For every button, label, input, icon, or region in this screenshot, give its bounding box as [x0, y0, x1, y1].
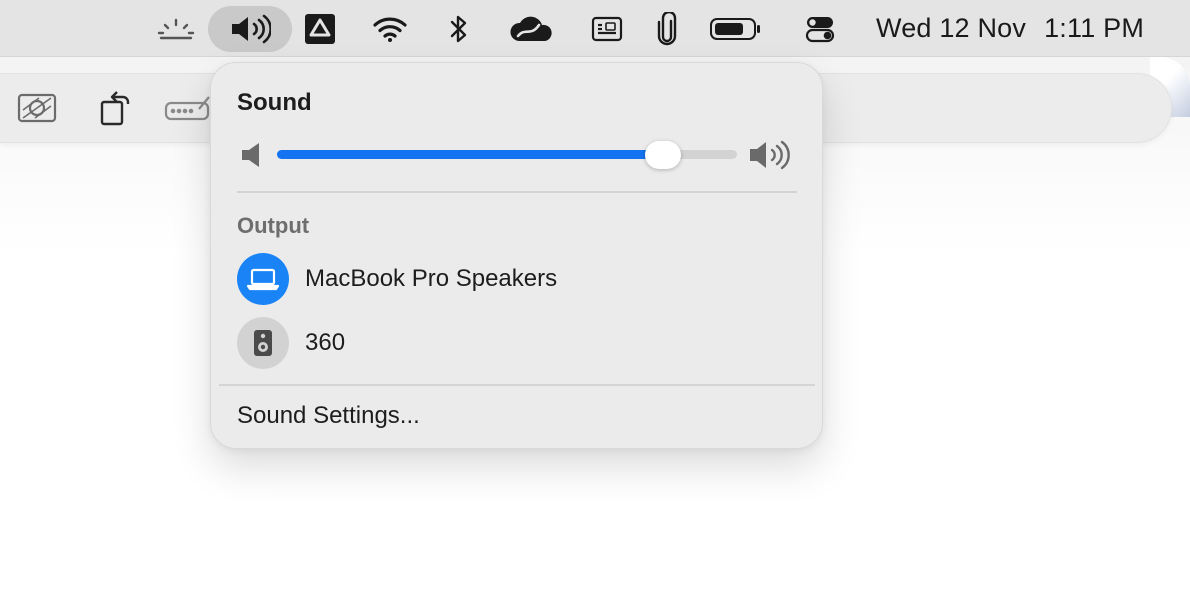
keyboard-icon[interactable]	[588, 6, 626, 52]
cloud-sync-icon[interactable]	[508, 6, 556, 52]
menu-bar-clock[interactable]: Wed 12 Nov 1:11 PM	[876, 0, 1144, 57]
output-section-label: Output	[237, 213, 310, 238]
speaker-device-icon	[237, 317, 289, 369]
rotate-icon[interactable]	[94, 88, 138, 128]
volume-slider-fill	[277, 150, 664, 159]
clock-time: 1:11 PM	[1044, 13, 1145, 43]
laptop-icon	[237, 253, 289, 305]
divider	[219, 384, 815, 386]
paperclip-icon[interactable]	[652, 6, 682, 52]
brightness-icon[interactable]	[152, 6, 200, 52]
bluetooth-icon[interactable]	[444, 6, 474, 52]
volume-slider[interactable]	[277, 141, 737, 169]
volume-high-icon	[747, 138, 793, 177]
control-center-icon[interactable]	[800, 6, 840, 52]
sound-settings-menu-item[interactable]: Sound Settings...	[237, 402, 420, 430]
google-drive-icon[interactable]	[302, 6, 338, 52]
output-device-360[interactable]: 360	[237, 317, 345, 369]
volume-low-icon	[239, 141, 263, 174]
output-device-label: MacBook Pro Speakers	[305, 265, 558, 292]
speaker-icon	[229, 14, 271, 44]
clock-date: Wed 12 Nov	[876, 13, 1027, 43]
output-device-macbook-pro-speakers[interactable]: MacBook Pro Speakers	[237, 253, 557, 305]
signature-icon[interactable]	[163, 88, 211, 128]
sound-menu-button[interactable]	[208, 6, 292, 52]
output-device-label: 360	[305, 329, 346, 356]
wifi-icon[interactable]	[370, 6, 410, 52]
volume-slider-knob[interactable]	[645, 141, 682, 169]
sound-menu-popover: Sound Output MacBook Pro Speakers 360 So…	[210, 62, 823, 449]
photo-frame-icon[interactable]	[15, 88, 59, 128]
battery-icon[interactable]	[706, 6, 764, 52]
sound-menu-title: Sound	[237, 89, 312, 116]
divider	[237, 191, 797, 193]
